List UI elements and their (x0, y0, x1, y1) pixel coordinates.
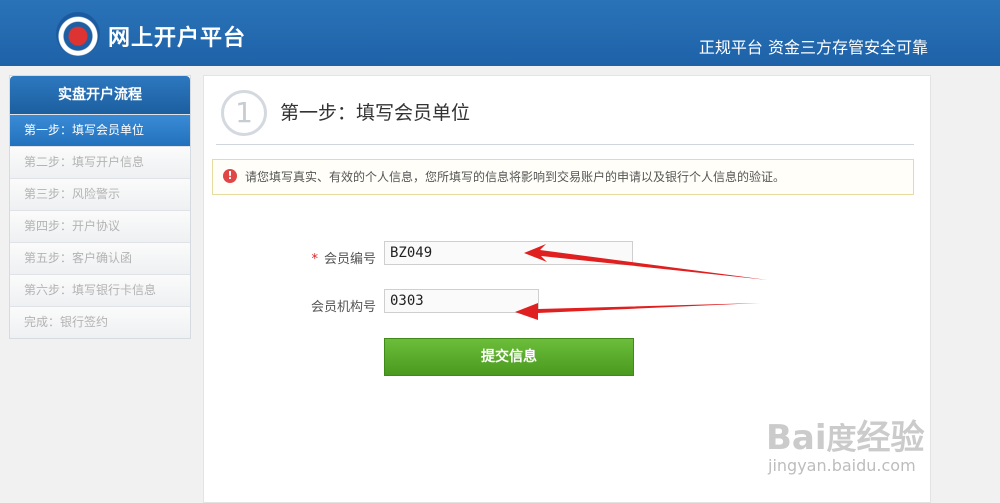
member-no-label: * 会员编号 (304, 248, 376, 267)
sidebar-item-step2[interactable]: 第二步：填写开户信息 (10, 146, 190, 178)
sidebar-title: 实盘开户流程 (10, 76, 190, 114)
title-divider (216, 144, 914, 145)
sidebar-item-step6[interactable]: 第六步：填写银行卡信息 (10, 274, 190, 306)
sidebar-item-step5[interactable]: 第五步：客户确认函 (10, 242, 190, 274)
member-no-label-text: 会员编号 (323, 252, 376, 267)
notice-text: 请您填写真实、有效的个人信息，您所填写的信息将影响到交易账户的申请以及银行个人信… (245, 170, 786, 184)
step-number-badge: 1 (221, 90, 267, 136)
process-sidebar: 实盘开户流程 第一步：填写会员单位 第二步：填写开户信息 第三步：风险警示 第四… (9, 75, 191, 339)
info-notice: ! 请您填写真实、有效的个人信息，您所填写的信息将影响到交易账户的申请以及银行个… (212, 159, 914, 195)
member-org-label: 会员机构号 (310, 300, 376, 315)
required-asterisk: * (311, 252, 318, 267)
submit-button[interactable]: 提交信息 (384, 338, 634, 376)
site-title: 网上开户平台 (108, 26, 247, 51)
page-title: 第一步：填写会员单位 (280, 102, 471, 124)
sidebar-item-complete[interactable]: 完成：银行签约 (10, 306, 190, 338)
sidebar-item-step4[interactable]: 第四步：开户协议 (10, 210, 190, 242)
member-org-input[interactable]: 0303 (384, 289, 539, 313)
baidu-watermark: Bai度经验 (766, 418, 925, 458)
watermark-url: jingyan.baidu.com (768, 456, 916, 475)
site-header: 网上开户平台 正规平台 资金三方存管安全可靠 (0, 0, 1000, 66)
site-tagline: 正规平台 资金三方存管安全可靠 (698, 38, 928, 57)
alert-icon: ! (223, 169, 237, 183)
member-no-input[interactable]: BZ049 (384, 241, 633, 265)
sidebar-item-step3[interactable]: 第三步：风险警示 (10, 178, 190, 210)
platform-logo (56, 12, 100, 56)
sidebar-item-step1[interactable]: 第一步：填写会员单位 (10, 114, 190, 146)
